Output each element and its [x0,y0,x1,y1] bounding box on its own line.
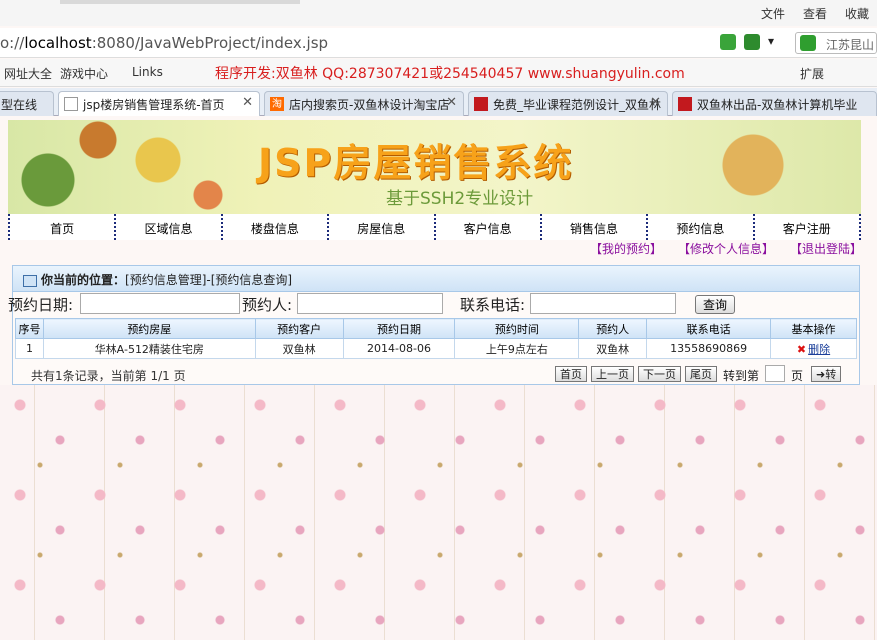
nav-sales[interactable]: 销售信息 [539,214,646,240]
tree-illustration [8,120,248,214]
user-links: 【我的预约】 【修改个人信息】 【退出登陆】 [590,240,862,257]
record-info: 共有1条记录，当前第 1/1 页 [31,369,186,383]
url-field[interactable]: o://localhost:8080/JavaWebProject/index.… [0,34,328,52]
tab-1[interactable]: 型在线 [0,91,54,116]
pager-buttons: 首页 上一页 下一页 尾页 [555,366,717,382]
search-engine-icon [800,35,816,51]
first-page-button[interactable]: 首页 [555,366,587,382]
collapsed-tab-strip [60,0,300,4]
site-title: JSP房屋销售系统 [258,141,574,185]
nav-register[interactable]: 客户注册 [752,214,861,240]
promo-text: 程序开发:双鱼林 QQ:287307421或254540457 www.shua… [215,66,685,82]
nav-customer[interactable]: 客户信息 [433,214,540,240]
extensions-button[interactable]: 扩展 [800,65,824,82]
go-button[interactable]: ➜转 [811,366,842,382]
location-label: 你当前的位置： [41,273,126,287]
col-person: 预约人 [578,318,648,339]
tab-4[interactable]: 免费_毕业课程范例设计_双鱼林 ✕ [468,91,668,116]
logout-link[interactable]: 【退出登陆】 [790,240,862,257]
nav-building[interactable]: 楼盘信息 [220,214,327,240]
tab-bar: 型在线 jsp楼房销售管理系统-首页 ✕ 淘 店内搜索页-双鱼林设计淘宝店 ✕ … [0,88,877,116]
address-icons: ▾ [720,34,784,50]
site-icon [474,97,488,111]
page-icon [64,97,78,111]
reservation-table: 序号 预约房屋 预约客户 预约日期 预约时间 预约人 联系电话 基本操作 1 华… [15,318,857,359]
delete-link[interactable]: 删除 [808,343,830,356]
goto-label: 转到第 [723,369,760,383]
phone-label: 联系电话: [460,296,526,314]
cell-house: 华林A-512精装住宅房 [42,338,256,359]
site-subtitle: 基于SSH2专业设计 [386,189,534,209]
page-number-input[interactable] [765,365,785,382]
col-customer: 预约客户 [254,318,344,339]
share-icon[interactable] [720,34,736,50]
nav-reservation[interactable]: 预约信息 [646,214,752,240]
pager: 共有1条记录，当前第 1/1 页 首页 上一页 下一页 尾页 转到第 页 ➜转 [15,363,857,383]
location-path: [预约信息管理]-[预约信息查询] [125,273,293,287]
search-form: 预约日期: 预约人: 联系电话: 查询 [8,293,868,317]
page-label: 页 [791,369,804,383]
col-actions: 基本操作 [770,318,857,339]
close-icon[interactable]: ✕ [242,95,253,110]
table-row: 1 华林A-512精装住宅房 双鱼林 2014-08-06 上午9点左右 双鱼林… [15,338,857,359]
favorites-bar: 网址大全 游戏中心 Links 程序开发:双鱼林 QQ:287307421或25… [0,59,877,87]
cell-person: 双鱼林 [578,338,648,359]
cell-date: 2014-08-06 [342,338,456,359]
site-banner: JSP房屋销售系统 基于SSH2专业设计 [8,120,861,214]
person-label: 预约人: [242,296,293,314]
phone-input[interactable] [530,293,676,314]
floral-background [0,385,877,640]
taobao-icon: 淘 [270,97,284,111]
col-index: 序号 [15,318,44,339]
browser-search-input[interactable]: 江苏昆山 [795,32,877,54]
my-reservations-link[interactable]: 【我的预约】 [590,240,662,257]
cell-customer: 双鱼林 [254,338,344,359]
menu-view[interactable]: 查看 [803,5,827,22]
nav-home[interactable]: 首页 [8,214,114,240]
table-header: 序号 预约房屋 预约客户 预约日期 预约时间 预约人 联系电话 基本操作 [15,318,857,339]
browser-menubar: 文件 查看 收藏 [0,0,877,26]
location-bar: 你当前的位置：[预约信息管理]-[预约信息查询] [13,266,859,292]
fav-games[interactable]: 游戏中心 [60,65,108,82]
close-icon[interactable]: ✕ [650,95,661,110]
site-icon [678,97,692,111]
close-icon[interactable]: ✕ [446,95,457,110]
tab-3[interactable]: 淘 店内搜索页-双鱼林设计淘宝店 ✕ [264,91,464,116]
cell-actions: ✖ 删除 [770,338,857,359]
fav-links[interactable]: Links [132,65,163,79]
col-time: 预约时间 [454,318,580,339]
cell-index: 1 [15,338,44,359]
cell-phone: 13558690869 [646,338,772,359]
edit-profile-link[interactable]: 【修改个人信息】 [678,240,774,257]
menu-items: 文件 查看 收藏 [761,5,869,22]
delete-icon[interactable]: ✖ [797,343,806,356]
nav-area[interactable]: 区域信息 [114,214,220,240]
date-input[interactable] [80,293,240,314]
nav-house[interactable]: 房屋信息 [327,214,433,240]
col-date: 预约日期 [342,318,456,339]
person-input[interactable] [297,293,443,314]
prev-page-button[interactable]: 上一页 [591,366,634,382]
tab-2-active[interactable]: jsp楼房销售管理系统-首页 ✕ [58,91,260,116]
menu-favorites[interactable]: 收藏 [845,5,869,22]
tab-5[interactable]: 双鱼林出品-双鱼林计算机毕业 [672,91,877,116]
lightning-icon[interactable] [744,34,760,50]
last-page-button[interactable]: 尾页 [685,366,717,382]
address-bar: o://localhost:8080/JavaWebProject/index.… [0,28,877,58]
next-page-button[interactable]: 下一页 [638,366,681,382]
chevron-down-icon[interactable]: ▾ [768,34,784,50]
fav-link[interactable]: 网址大全 [4,65,52,82]
location-icon [23,274,37,287]
col-house: 预约房屋 [42,318,256,339]
col-phone: 联系电话 [646,318,772,339]
date-label: 预约日期: [8,296,74,314]
menu-file[interactable]: 文件 [761,5,785,22]
main-nav: 首页 区域信息 楼盘信息 房屋信息 客户信息 销售信息 预约信息 客户注册 [8,214,861,240]
cell-time: 上午9点左右 [454,338,580,359]
query-button[interactable]: 查询 [695,295,735,314]
bird-illustration [718,130,788,200]
